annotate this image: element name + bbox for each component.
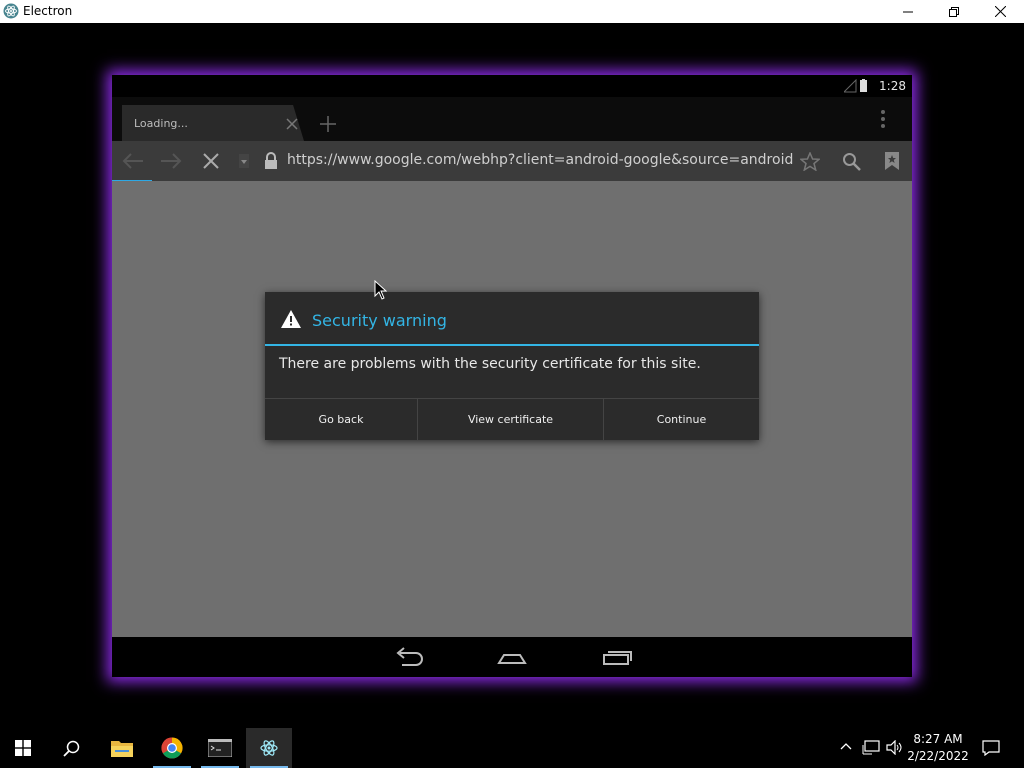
- status-time: 1:28: [879, 79, 906, 93]
- warning-icon: [281, 310, 301, 328]
- back-arrow-icon[interactable]: [122, 153, 144, 169]
- dialog-title-divider: [265, 344, 759, 346]
- search-taskbar-button[interactable]: [48, 728, 94, 768]
- home-nav-icon[interactable]: [496, 645, 528, 669]
- lock-icon: [265, 152, 277, 169]
- view-certificate-button[interactable]: View certificate: [417, 399, 603, 440]
- window-title: Electron: [23, 4, 73, 18]
- download-icon: [239, 154, 249, 168]
- tab-label: Loading...: [134, 117, 188, 130]
- star-icon[interactable]: [800, 152, 820, 171]
- restore-icon: [949, 6, 959, 17]
- search-icon: [62, 740, 79, 757]
- android-status-bar: 1:28: [112, 75, 912, 97]
- volume-icon[interactable]: [886, 740, 904, 755]
- browser-tabstrip: Loading...: [112, 97, 912, 141]
- window-title-bar: Electron: [0, 0, 1024, 23]
- electron-app-icon: [3, 3, 19, 19]
- clock-time: 8:27 AM: [913, 732, 963, 746]
- mouse-cursor-icon: [374, 280, 387, 300]
- system-clock[interactable]: 8:27 AM 2/22/2022: [906, 731, 970, 765]
- dialog-title: Security warning: [312, 311, 447, 330]
- network-icon[interactable]: [862, 740, 880, 755]
- restore-button[interactable]: [931, 0, 977, 23]
- browser-tab[interactable]: Loading...: [122, 105, 304, 141]
- signal-battery-icon: [844, 79, 867, 93]
- windows-logo-icon: [15, 740, 31, 756]
- search-icon[interactable]: [842, 152, 861, 171]
- new-tab-icon[interactable]: [320, 116, 336, 132]
- continue-button[interactable]: Continue: [603, 399, 759, 440]
- clock-date: 2/22/2022: [907, 749, 969, 763]
- url-field[interactable]: https://www.google.com/webhp?client=andr…: [287, 152, 793, 168]
- back-nav-icon[interactable]: [394, 645, 424, 669]
- forward-arrow-icon[interactable]: [160, 153, 182, 169]
- command-prompt-icon: [208, 739, 232, 757]
- security-warning-dialog: Security warning There are problems with…: [265, 292, 759, 440]
- chrome-taskbar-button[interactable]: [149, 728, 195, 768]
- bookmarks-icon[interactable]: [885, 152, 899, 170]
- recent-apps-nav-icon[interactable]: [602, 645, 632, 669]
- windows-taskbar: 8:27 AM 2/22/2022: [0, 728, 1024, 768]
- folder-icon: [111, 741, 133, 757]
- minimize-button[interactable]: [885, 0, 931, 23]
- terminal-taskbar-button[interactable]: [197, 728, 243, 768]
- notifications-icon[interactable]: [982, 740, 1000, 756]
- start-button[interactable]: [0, 728, 46, 768]
- dialog-button-row: Go back View certificate Continue: [265, 398, 759, 441]
- close-button[interactable]: [977, 0, 1023, 23]
- go-back-button[interactable]: Go back: [265, 399, 417, 440]
- stop-loading-icon[interactable]: [203, 153, 219, 169]
- file-explorer-taskbar-button[interactable]: [99, 728, 145, 768]
- electron-icon: [260, 740, 278, 756]
- close-icon: [994, 6, 1006, 17]
- tab-close-icon[interactable]: [286, 118, 298, 130]
- dialog-message: There are problems with the security cer…: [279, 356, 701, 372]
- minimize-icon: [903, 11, 913, 12]
- android-navigation-bar: [112, 637, 912, 677]
- browser-toolbar: https://www.google.com/webhp?client=andr…: [112, 141, 912, 181]
- chevron-up-icon[interactable]: [840, 742, 852, 750]
- overflow-menu-icon[interactable]: [880, 109, 886, 129]
- chrome-icon: [161, 737, 183, 759]
- electron-taskbar-button[interactable]: [246, 728, 292, 768]
